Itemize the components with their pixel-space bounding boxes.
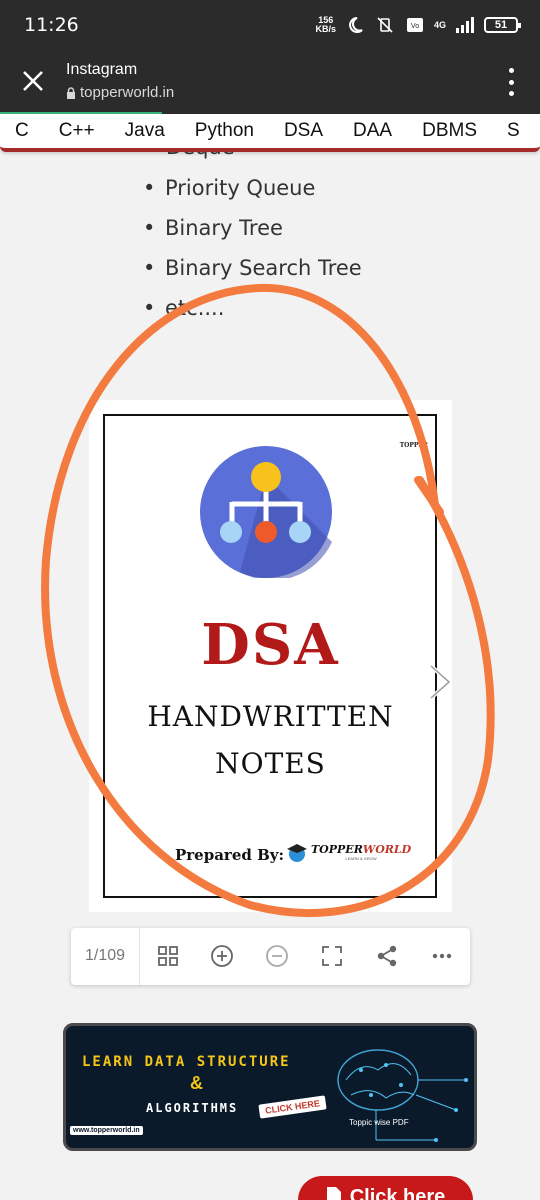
topperworld-logo: TOPPERWORLD LEARN & GROW <box>285 841 411 863</box>
nav-tab-daa[interactable]: DAA <box>339 120 406 142</box>
hierarchy-icon <box>200 446 332 578</box>
banner-url: www.topperworld.in <box>70 1126 143 1135</box>
topic-nav: C C++ Java Python DSA DAA DBMS S <box>0 114 540 152</box>
click-here-label: Click here <box>349 1186 446 1200</box>
nav-tab-python[interactable]: Python <box>181 120 268 142</box>
grid-icon <box>158 946 178 966</box>
list-item: Priority Queue <box>143 176 315 200</box>
nav-tab-c[interactable]: C <box>0 120 43 142</box>
lock-icon <box>67 86 75 99</box>
battery-icon: 51 <box>484 17 521 33</box>
status-bar: 11:26 156 KB/s Vo 4G 51 <box>0 0 540 52</box>
zoom-in-icon <box>211 945 233 967</box>
prepared-by-label: Prepared By: <box>175 846 285 864</box>
nav-tab-dsa[interactable]: DSA <box>270 120 337 142</box>
list-item: etc.... <box>143 296 224 320</box>
page-indicator: 1/109 <box>85 947 126 964</box>
fullscreen-icon <box>322 946 342 966</box>
pdf-page-preview[interactable]: TOPPER DSA HANDWRITTEN NOTES Prepared By… <box>89 400 452 912</box>
more-options-button[interactable] <box>506 68 516 96</box>
close-button[interactable] <box>18 66 48 96</box>
grid-view-button[interactable] <box>154 942 182 970</box>
more-actions-button[interactable] <box>428 942 456 970</box>
banner-headline: LEARN DATA STRUCTURE <box>82 1054 291 1070</box>
list-item: Binary Search Tree <box>143 256 362 280</box>
nav-tab-s[interactable]: S <box>493 120 534 142</box>
browser-header: Instagram topperworld.in <box>0 52 540 114</box>
document-icon <box>326 1187 341 1200</box>
muted-vibrate-icon <box>377 17 393 33</box>
circuit-brain-icon <box>337 1049 468 1142</box>
click-here-button[interactable]: Click here <box>298 1176 473 1200</box>
network-speed: 156 KB/s <box>315 15 336 34</box>
fullscreen-button[interactable] <box>318 942 346 970</box>
list-item: Binary Tree <box>143 216 283 240</box>
url-text: topperworld.in <box>80 84 175 101</box>
status-icons: 156 KB/s Vo 4G 51 <box>315 15 521 35</box>
share-icon <box>377 945 397 967</box>
browser-url[interactable]: topperworld.in <box>66 84 174 101</box>
status-time: 11:26 <box>24 14 79 36</box>
svg-text:Vo: Vo <box>411 23 419 30</box>
zoom-in-button[interactable] <box>208 942 236 970</box>
do-not-disturb-icon <box>349 17 363 33</box>
document-subtitle: HANDWRITTEN <box>147 700 394 733</box>
ellipsis-icon <box>432 953 452 959</box>
nav-tab-cpp[interactable]: C++ <box>45 120 109 142</box>
next-page-chevron-icon[interactable] <box>425 662 455 702</box>
volte-icon: Vo <box>406 18 423 32</box>
promo-banner[interactable]: LEARN DATA STRUCTURE & ALGORITHMS CLICK … <box>63 1023 477 1151</box>
close-icon <box>23 71 43 91</box>
document-title: DSA <box>201 612 340 678</box>
signal-icon <box>456 17 474 33</box>
pdf-toolbar: 1/109 <box>71 928 470 985</box>
browser-title: Instagram <box>66 61 138 78</box>
zoom-out-button[interactable] <box>263 942 291 970</box>
nav-tab-dbms[interactable]: DBMS <box>408 120 491 142</box>
banner-topic: Toppic wise PDF <box>349 1118 409 1127</box>
share-button[interactable] <box>373 942 401 970</box>
graduation-cap-icon <box>287 844 307 862</box>
brand-mini-logo: TOPPER <box>399 442 428 449</box>
banner-ampersand: & <box>190 1073 203 1093</box>
banner-subheadline: ALGORITHMS <box>146 1101 239 1115</box>
nav-tab-java[interactable]: Java <box>111 120 179 142</box>
document-subtitle: NOTES <box>215 747 326 780</box>
zoom-out-icon <box>266 945 288 967</box>
network-type: 4G <box>433 19 446 30</box>
